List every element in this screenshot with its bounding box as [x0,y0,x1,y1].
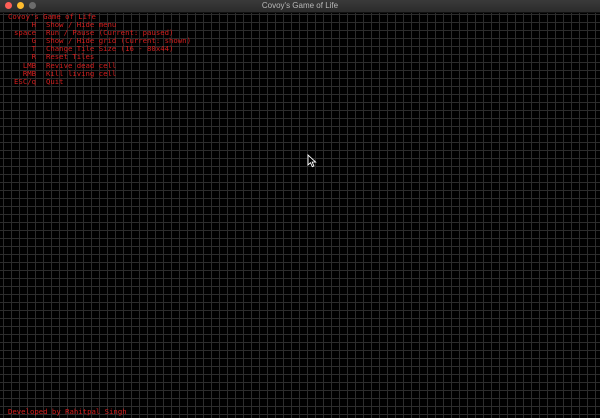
arrow-cursor-icon [307,154,317,168]
menu-key: ESC/q [14,76,36,86]
menu-description: Quit [46,76,64,86]
help-menu: Covoy's Game of Life H Show / Hide menu sp… [8,12,191,86]
footer-credit: Developed by Rahitpal Singh [8,407,127,416]
window-title: Covoy's Game of Life [261,1,339,10]
game-window: Covoy's Game of Life Covoy's Game of Lif… [0,0,600,418]
menu-row: ESC/q Quit [8,76,191,86]
